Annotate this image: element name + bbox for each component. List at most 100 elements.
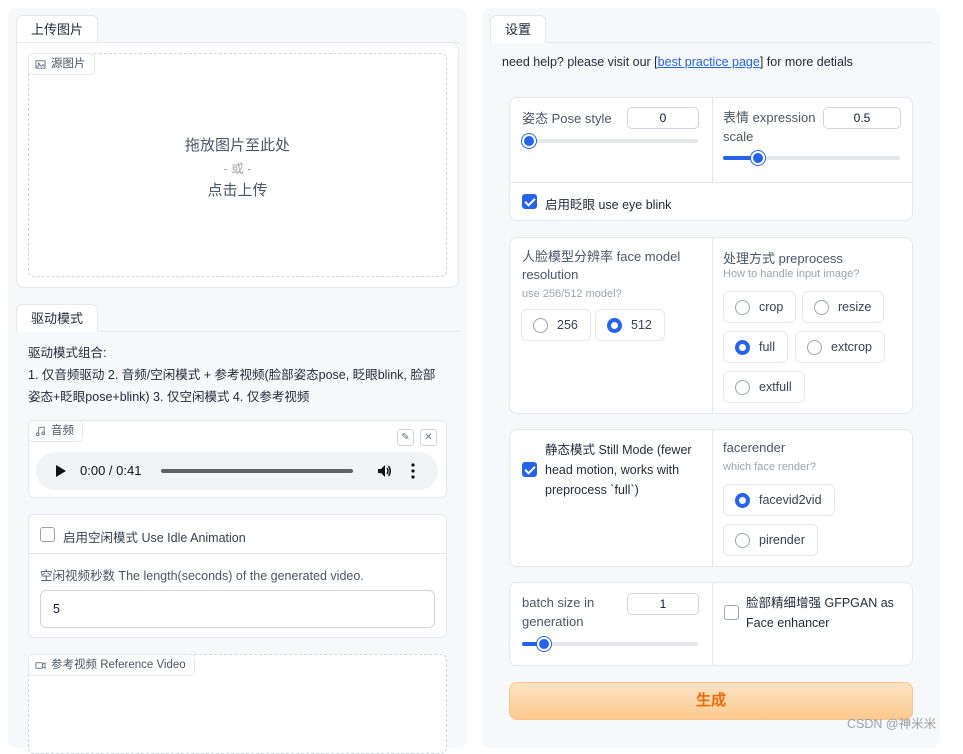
radio-dot (735, 532, 750, 548)
idle-checkbox[interactable] (40, 527, 55, 542)
still-mode-line3: preprocess `full`) (545, 483, 639, 497)
radio-dot (735, 339, 750, 355)
slider-knob[interactable] (537, 637, 551, 651)
audio-label: 音频 (51, 425, 74, 437)
tab-divider (547, 42, 932, 43)
video-icon (35, 661, 46, 669)
option-label: 256 (557, 318, 578, 332)
click-upload-text: 点击上传 (207, 182, 268, 199)
expression-scale-slider[interactable] (723, 151, 900, 165)
drop-text: 拖放图片至此处 (184, 137, 290, 154)
expression-scale-input[interactable]: 0.5 (823, 107, 901, 129)
music-icon (35, 425, 46, 436)
option-label: extfull (759, 380, 792, 394)
audio-seekbar[interactable] (161, 469, 353, 473)
gfpgan-checkbox[interactable] (724, 605, 739, 620)
face-model-option-256[interactable]: 256 (521, 309, 591, 341)
preprocess-option-extfull[interactable]: extfull (723, 371, 805, 403)
source-image-chip: 源图片 (28, 53, 95, 75)
preprocess-option-resize[interactable]: resize (802, 291, 885, 323)
edit-icon[interactable]: ✎ (397, 429, 414, 446)
divider (712, 430, 713, 566)
facerender-option-pirender[interactable]: pirender (723, 524, 818, 556)
still-mode-line1: 静态模式 Still Mode (fewer (545, 443, 692, 457)
audio-player: 0:00 / 0:41 (36, 452, 438, 490)
radio-dot (735, 299, 750, 315)
option-label: resize (838, 300, 872, 314)
radio-dot (814, 299, 829, 315)
batch-size-label-line2: generation (522, 614, 584, 629)
batch-size-slider[interactable] (522, 637, 698, 651)
option-label: extcrop (831, 340, 872, 354)
drive-desc-line1: 1. 仅音频驱动 2. 音频/空闲模式 + 参考视频(脸部姿态pose, 眨眼b… (28, 368, 436, 382)
image-icon (35, 59, 46, 69)
preprocess-label: 处理方式 preprocess (723, 251, 843, 266)
reference-video-chip: 参考视频 Reference Video (28, 654, 195, 676)
option-label: facevid2vid (759, 493, 822, 507)
help-suffix: ] for more detials (759, 55, 853, 69)
face-model-hint: use 256/512 model? (522, 288, 622, 300)
facerender-label: facerender (723, 440, 786, 455)
preprocess-hint: How to handle input image? (723, 268, 860, 280)
still-mode-checkbox[interactable] (522, 462, 537, 477)
expression-label-line1: 表情 expression (723, 110, 816, 125)
preprocess-option-extcrop[interactable]: extcrop (795, 331, 885, 363)
option-label: crop (759, 300, 784, 314)
expression-label-line2: scale (723, 129, 754, 144)
divider (712, 583, 713, 665)
idle-checkbox-label: 启用空闲模式 Use Idle Animation (63, 531, 246, 545)
gfpgan-line2: Face enhancer (746, 616, 830, 630)
close-icon[interactable]: ✕ (420, 429, 437, 446)
pose-style-input[interactable]: 0 (627, 107, 699, 129)
radio-dot (807, 339, 822, 355)
still-mode-label: 静态模式 Still Mode (fewer head motion, work… (545, 440, 692, 500)
radio-dot (735, 492, 750, 508)
watermark: CSDN @神米米 (847, 717, 937, 731)
gfpgan-line1: 脸部精细增强 GFPGAN as (746, 596, 894, 610)
pose-style-slider[interactable] (522, 134, 698, 148)
batch-enhancer-panel: batch size in generation 脸部精细增强 GFPGAN a… (509, 582, 913, 666)
play-icon[interactable] (56, 465, 66, 477)
batch-size-label-line1: batch size in (522, 595, 595, 610)
radio-dot (607, 317, 622, 333)
gfpgan-label: 脸部精细增强 GFPGAN as Face enhancer (746, 593, 894, 633)
tab-settings[interactable]: 设置 (490, 15, 547, 43)
batch-size-input[interactable]: 1 (627, 593, 699, 615)
tab-divider (100, 331, 459, 332)
image-dropzone[interactable]: 拖放图片至此处 - 或 - 点击上传 (28, 53, 447, 277)
radio-dot (735, 379, 750, 395)
reference-video-label: 参考视频 Reference Video (51, 659, 186, 671)
slider-knob[interactable] (522, 134, 536, 148)
face-model-label-line2: resolution (522, 267, 579, 282)
preprocess-option-full[interactable]: full (723, 331, 788, 363)
idle-length-input[interactable]: 5 (40, 590, 435, 628)
divider (712, 98, 713, 182)
face-model-label: 人脸模型分辨率 face model resolution (522, 248, 680, 284)
more-vert-icon[interactable] (411, 463, 415, 479)
or-text: - 或 - (223, 162, 252, 176)
idle-length-label: 空闲视频秒数 The length(seconds) of the genera… (40, 569, 364, 583)
audio-time: 0:00 / 0:41 (80, 463, 142, 478)
help-text: need help? please visit our [best practi… (502, 55, 853, 69)
audio-chip: 音频 (28, 420, 83, 442)
option-label: full (759, 340, 775, 354)
preprocess-option-crop[interactable]: crop (723, 291, 797, 323)
divider (29, 553, 446, 554)
pose-style-label: 姿态 Pose style (522, 111, 612, 126)
facerender-option-facevid2vid[interactable]: facevid2vid (723, 484, 835, 516)
option-label: pirender (759, 533, 805, 547)
facerender-hint: which face render? (723, 461, 816, 473)
batch-size-label: batch size in generation (522, 593, 594, 631)
volume-icon[interactable] (376, 463, 392, 479)
face-model-label-line1: 人脸模型分辨率 face model (522, 249, 681, 264)
eye-blink-label: 启用眨眼 use eye blink (545, 198, 672, 212)
divider (712, 238, 713, 413)
eye-blink-checkbox[interactable] (522, 194, 537, 209)
drive-desc-line2: 姿态+眨眼pose+blink) 3. 仅空闲模式 4. 仅参考视频 (28, 390, 310, 404)
radio-dot (533, 317, 548, 333)
face-model-option-512[interactable]: 512 (595, 309, 665, 341)
slider-knob[interactable] (751, 151, 765, 165)
tab-upload-image[interactable]: 上传图片 (16, 15, 99, 43)
tab-drive-mode[interactable]: 驱动模式 (16, 304, 99, 332)
best-practice-link[interactable]: best practice page (658, 55, 760, 69)
